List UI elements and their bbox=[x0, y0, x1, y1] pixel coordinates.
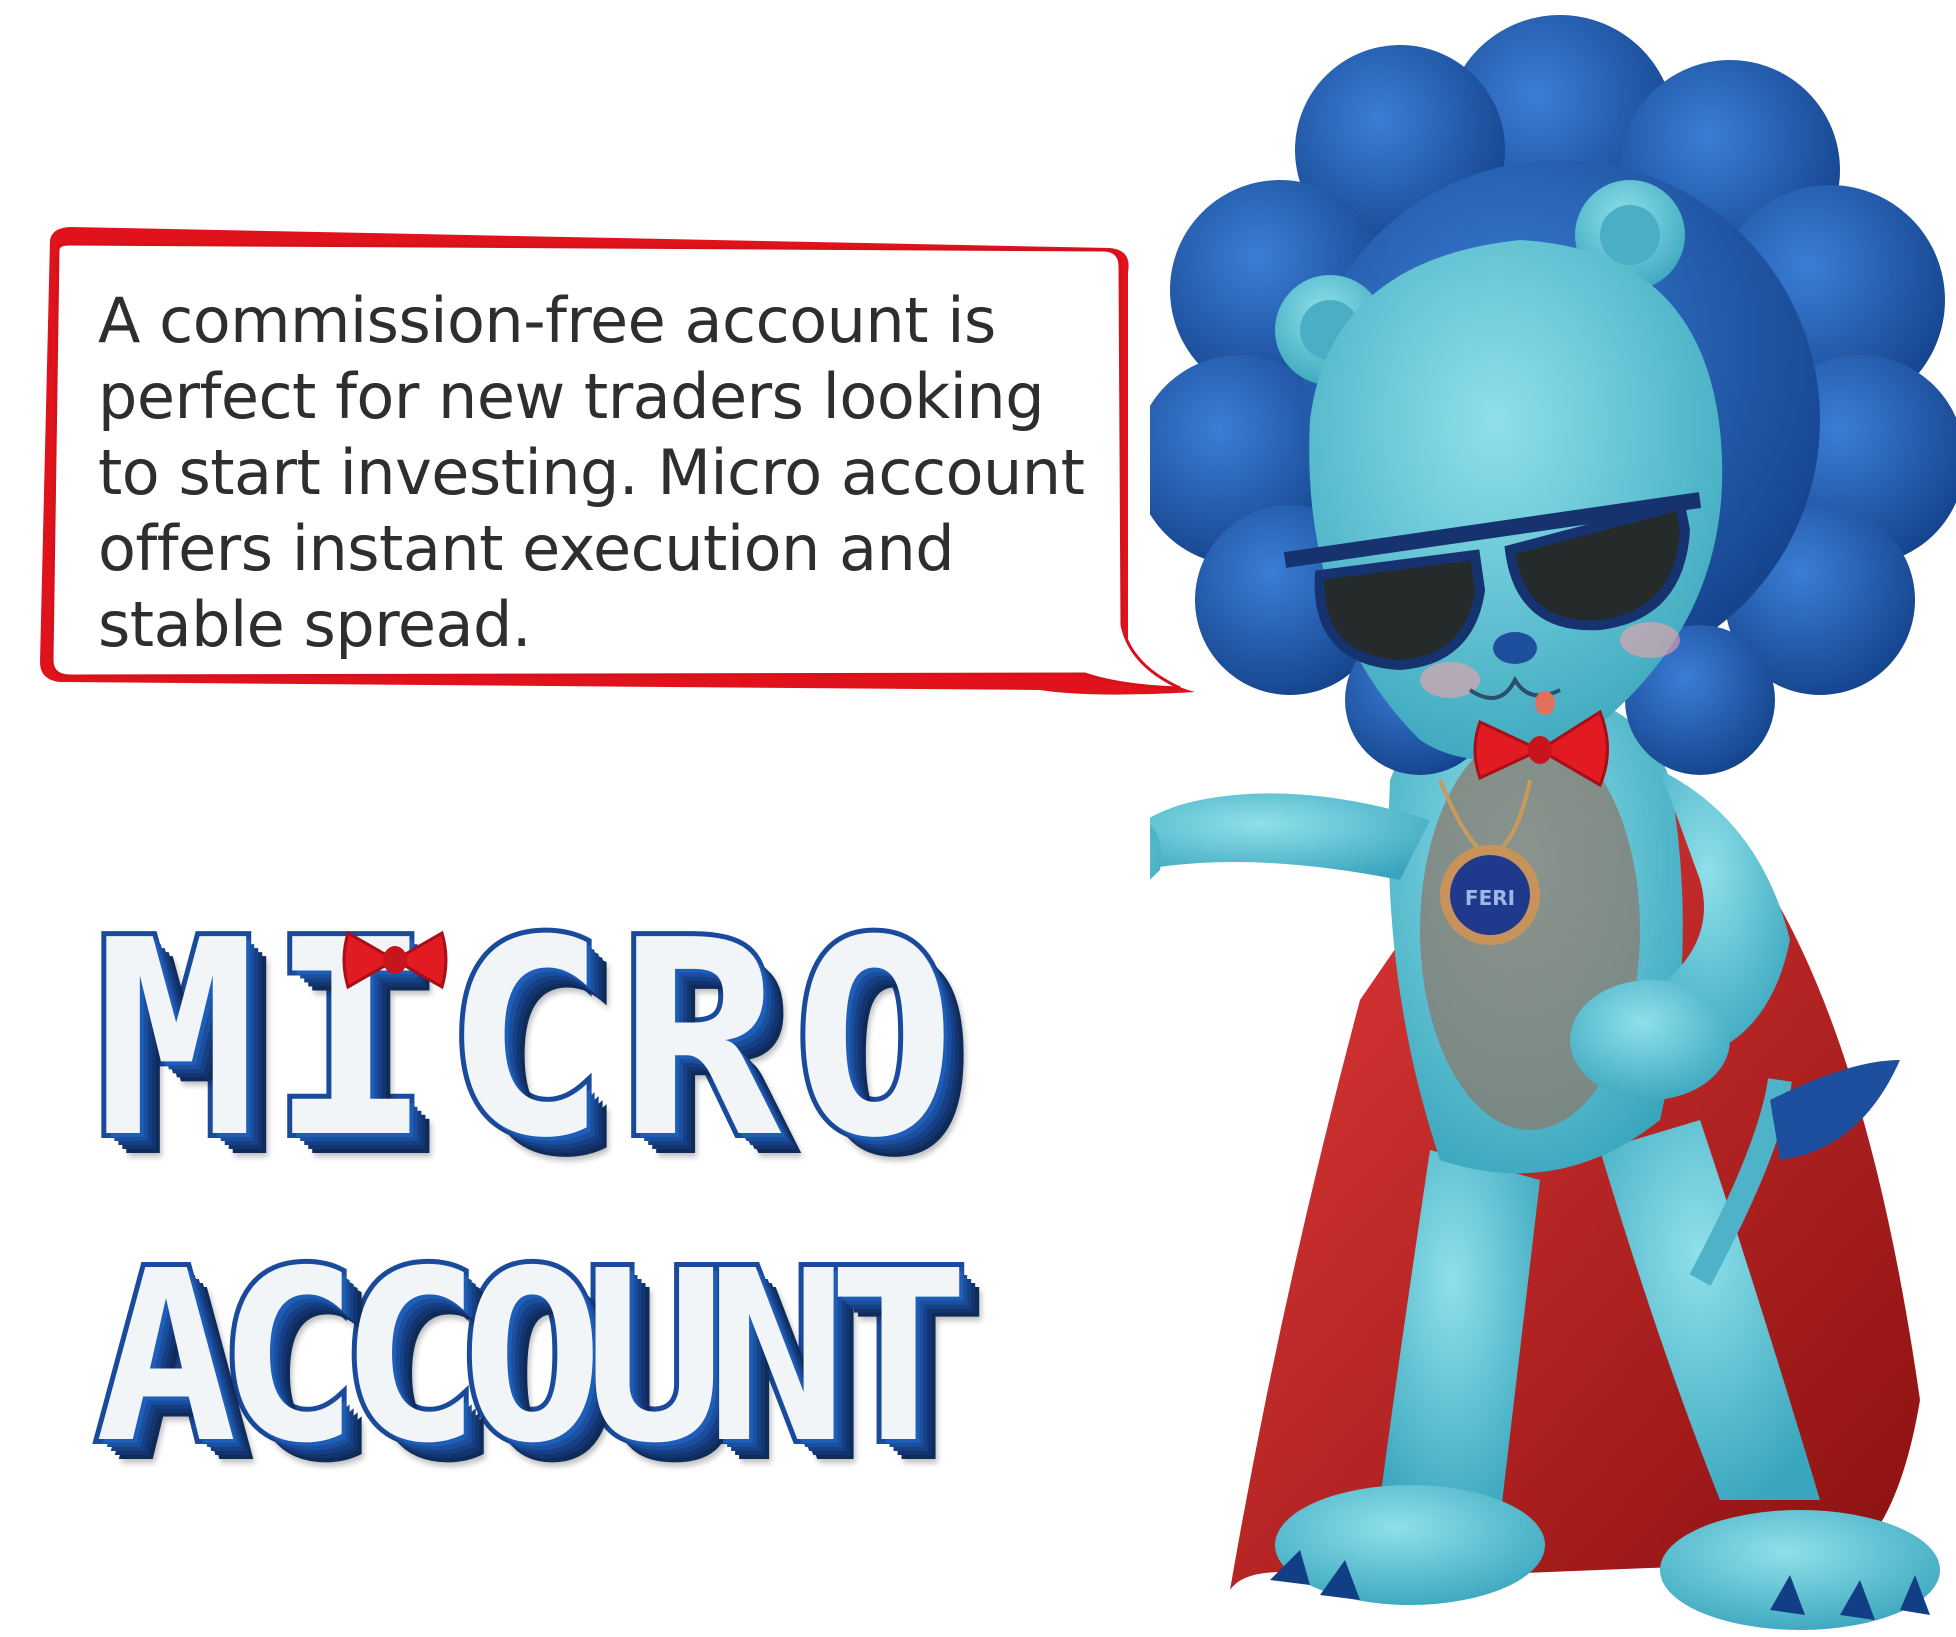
bubble-line-4: offers instant execution and bbox=[98, 512, 955, 585]
pendant-text: FERI bbox=[1465, 886, 1515, 910]
bubble-line-3: to start investing. Micro account bbox=[98, 436, 1085, 509]
bubble-line-2: perfect for new traders looking bbox=[98, 360, 1045, 433]
headline-micro: MICRO bbox=[90, 882, 968, 1197]
bubble-line-1: A commission-free account is bbox=[98, 284, 996, 357]
headline-account: ACCOUNT bbox=[90, 1220, 975, 1495]
bubble-line-5: stable spread. bbox=[98, 588, 532, 661]
bowtie-icon bbox=[342, 930, 448, 990]
speech-bubble-text: A commission-free account is perfect for… bbox=[98, 283, 1108, 663]
lion-mascot: FERI bbox=[1150, 15, 1956, 1630]
